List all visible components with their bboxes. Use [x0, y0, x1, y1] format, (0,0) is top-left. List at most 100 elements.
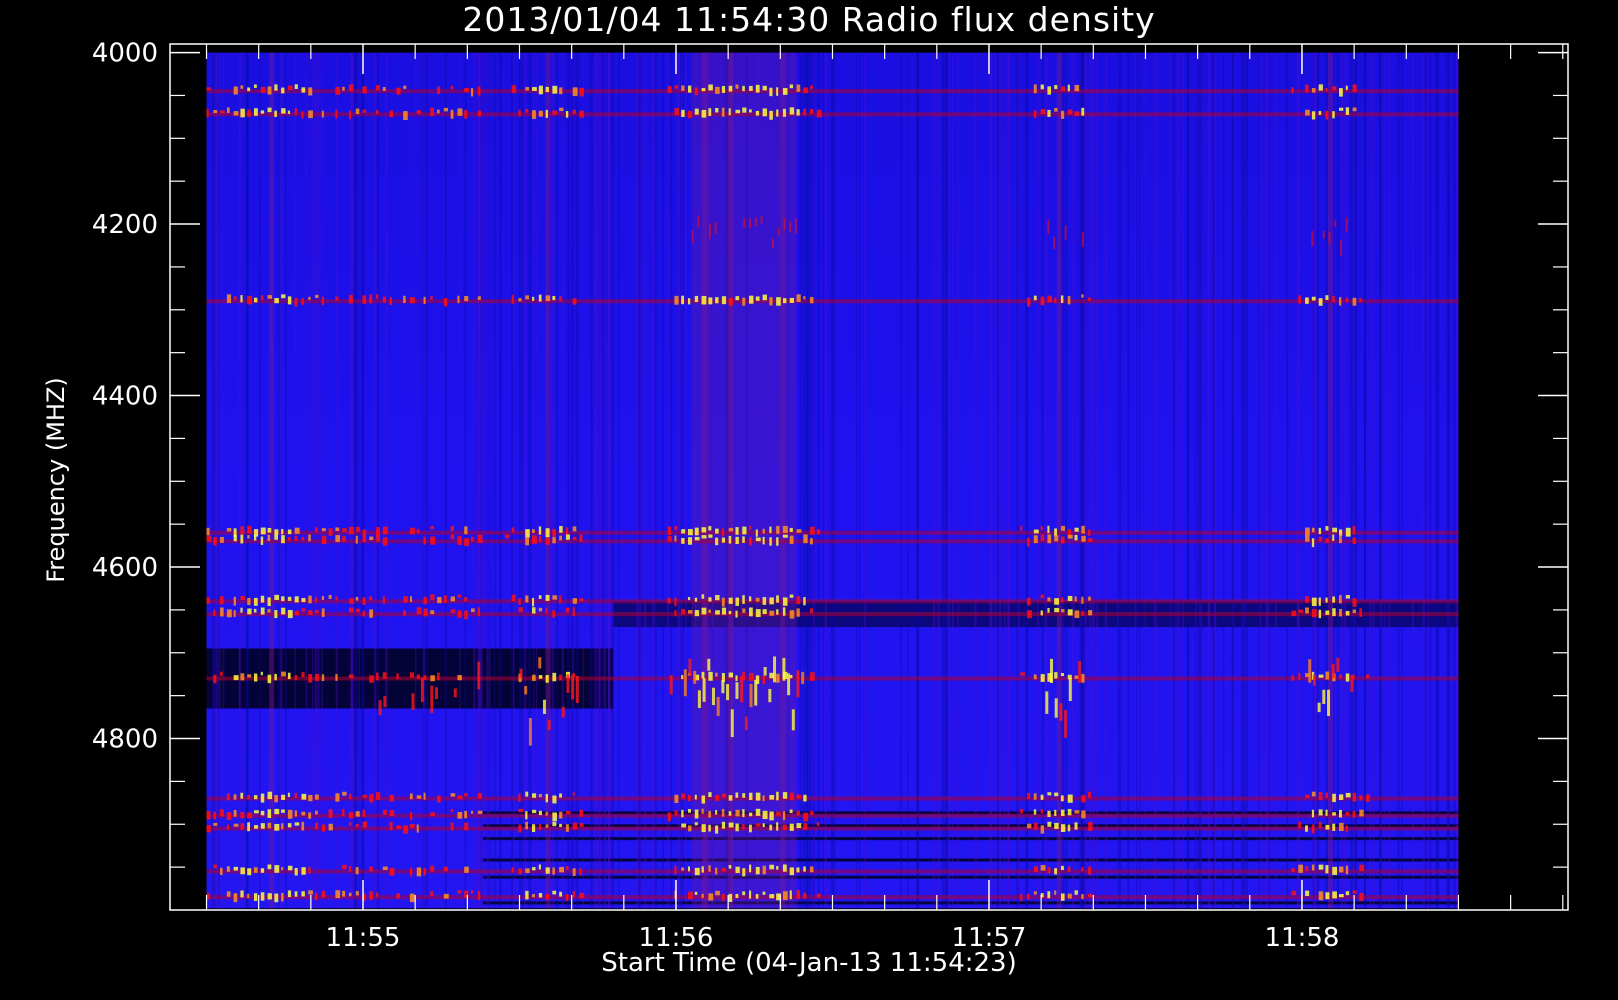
flux-pixel [409, 793, 413, 800]
flux-pixel [1040, 864, 1046, 871]
flux-pixel [1054, 85, 1058, 90]
flux-pixel [206, 527, 210, 536]
streak [311, 52, 314, 909]
streak [996, 52, 999, 909]
flux-pixel [294, 84, 298, 89]
flux-pixel [1352, 598, 1357, 607]
flux-pixel [1074, 84, 1080, 92]
flux-pixel [816, 893, 821, 898]
flux-pixel [715, 108, 719, 113]
flux-pixel [694, 597, 698, 602]
flux-pixel [694, 108, 699, 115]
flux-pixel [247, 868, 252, 876]
streak [822, 52, 824, 909]
flux-pixel [708, 534, 713, 538]
streak [220, 52, 222, 909]
flux-pixel [762, 795, 765, 802]
streak [1088, 52, 1092, 909]
flux-pixel [782, 811, 786, 821]
flux-pixel [694, 527, 699, 536]
flux-pixel [538, 85, 543, 95]
flux-pixel [240, 108, 245, 118]
y-tick-label: 4200 [92, 210, 158, 240]
flux-pixel [538, 823, 541, 830]
flux-pixel [687, 537, 693, 545]
burst-pixel [801, 671, 805, 685]
flux-pixel [565, 866, 569, 870]
flux-pixel [694, 87, 698, 96]
flux-pixel [226, 793, 230, 801]
dark-line [482, 837, 1459, 841]
flux-pixel [552, 610, 555, 618]
streak [478, 52, 481, 909]
flux-pixel [1318, 809, 1323, 816]
flux-pixel [789, 594, 794, 598]
streak [998, 52, 1002, 909]
flux-pixel [335, 596, 338, 601]
flux-pixel [674, 610, 677, 617]
flux-pixel [470, 608, 475, 613]
flux-pixel [1352, 84, 1357, 92]
flux-pixel [1305, 527, 1310, 536]
flux-pixel [749, 537, 752, 546]
flux-pixel [206, 810, 211, 820]
flux-pixel [301, 821, 305, 831]
burst-pixel [721, 680, 725, 694]
flux-pixel [369, 891, 373, 900]
streak [933, 52, 936, 909]
flux-pixel [796, 823, 802, 829]
flux-pixel [1047, 792, 1052, 796]
flux-pixel [416, 607, 422, 615]
flux-pixel [559, 811, 563, 819]
burst-pixel [524, 686, 528, 695]
flux-pixel [769, 297, 773, 306]
streak [598, 52, 601, 909]
dark-line [482, 875, 1459, 879]
flux-pixel [1067, 296, 1071, 305]
flux-pixel [1345, 792, 1351, 798]
flux-pixel [1338, 297, 1342, 306]
flux-pixel [464, 538, 469, 547]
flux-pixel [816, 109, 822, 118]
burst-pixel [1059, 703, 1063, 721]
burst-pixel [434, 687, 438, 699]
flux-pixel [409, 527, 415, 535]
flux-pixel [755, 529, 758, 537]
flux-pixel [1033, 295, 1037, 301]
flux-pixel [687, 110, 693, 119]
flux-pixel [206, 825, 211, 833]
flux-pixel [735, 109, 741, 114]
flux-pixel [247, 597, 251, 606]
flux-pixel [1054, 535, 1059, 542]
flux-pixel [1325, 538, 1329, 543]
streak [1003, 52, 1006, 909]
flux-pixel [409, 811, 413, 821]
flux-pixel [267, 791, 273, 800]
flux-pixel [749, 607, 753, 617]
flux-pixel [789, 107, 795, 115]
flux-pixel [518, 109, 521, 117]
flux-pixel [708, 792, 712, 798]
y-tick-label: 4800 [92, 725, 158, 755]
flux-pixel [1352, 107, 1357, 112]
flux-pixel [687, 597, 691, 601]
flux-pixel [687, 610, 693, 614]
burst-pixel [1050, 658, 1054, 683]
flux-pixel [348, 865, 352, 872]
flux-pixel [1054, 528, 1057, 537]
flux-pixel [1047, 821, 1052, 827]
flux-pixel [1040, 674, 1045, 682]
flux-pixel [715, 528, 719, 534]
burst-pixel [1336, 657, 1340, 672]
flux-pixel [308, 890, 313, 895]
flux-pixel [294, 810, 297, 817]
flux-pixel [233, 893, 238, 903]
flux-pixel [1088, 610, 1093, 616]
flux-pixel [281, 535, 285, 544]
flux-pixel [409, 824, 415, 828]
burst-pixel [1045, 691, 1049, 714]
streak [799, 52, 802, 909]
flux-pixel [416, 824, 419, 833]
flux-pixel [1033, 674, 1037, 680]
flux-pixel [409, 297, 415, 304]
